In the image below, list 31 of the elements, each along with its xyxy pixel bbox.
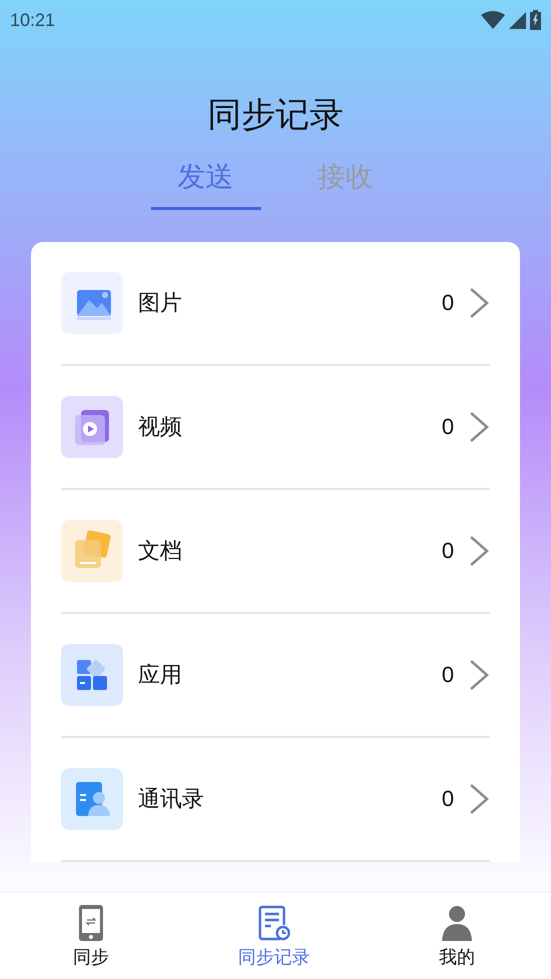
phone-sync-icon [79,905,103,941]
signal-icon [509,12,526,28]
document-icon [61,520,123,582]
page-title: 同步记录 [208,95,344,135]
chevron-right-icon[interactable] [468,659,490,691]
item-count: 0 [442,290,454,316]
app-grid-icon [61,644,123,706]
item-count: 0 [442,414,454,440]
nav-tab[interactable]: 同步记录 [214,893,334,979]
chevron-right-icon[interactable] [468,287,490,319]
item-count: 0 [442,538,454,564]
nav-tab[interactable]: 我的 [397,893,517,979]
item-label: 视频 [138,414,183,442]
person-icon [440,905,474,941]
item-count: 0 [442,662,454,688]
item-label: 应用 [138,662,183,690]
status-time: 10:21 [10,10,56,30]
contact-card-icon [61,768,123,830]
chevron-right-icon[interactable] [468,783,490,815]
chevron-right-icon[interactable] [468,411,490,443]
video-icon [61,396,123,458]
item-label: 通讯录 [138,786,205,814]
item-label: 文档 [138,538,183,566]
chevron-right-icon[interactable] [468,535,490,567]
battery-icon [530,10,541,30]
item-count: 0 [442,786,454,812]
image-icon [61,272,123,334]
nav-tab[interactable]: 同步 [31,893,151,979]
document-clock-icon [258,905,290,941]
item-label: 图片 [138,290,183,318]
wifi-icon [481,11,505,29]
